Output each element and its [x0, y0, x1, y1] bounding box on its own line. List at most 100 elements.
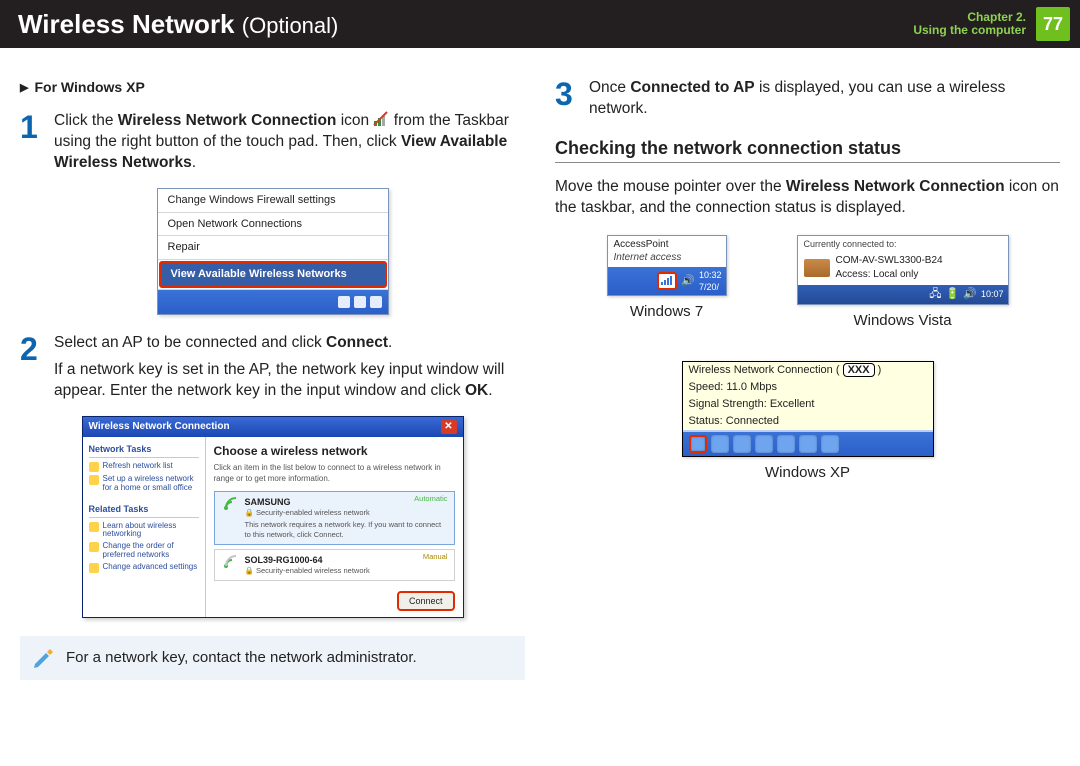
status-examples: AccessPoint Internet access 🔊 10:327/20/… — [555, 235, 1060, 483]
network-security: 🔒 Security-enabled wireless network — [245, 566, 448, 576]
win7-tooltip: AccessPoint Internet access 🔊 10:327/20/ — [607, 235, 727, 296]
wireless-tray-icon[interactable] — [689, 435, 707, 453]
win7-ap-name: AccessPoint — [614, 238, 720, 252]
figure-context-menu: Change Windows Firewall settings Open Ne… — [157, 188, 389, 315]
network-hint: This network requires a network key. If … — [245, 520, 448, 540]
page-header: Wireless Network (Optional) Chapter 2. U… — [0, 0, 1080, 48]
dialog-titlebar: Wireless Network Connection ✕ — [83, 417, 463, 437]
network-tag-manual: Manual — [423, 552, 448, 562]
tray-icon[interactable] — [821, 435, 839, 453]
example-win7: AccessPoint Internet access 🔊 10:327/20/… — [607, 235, 727, 323]
sidebar-learn-link[interactable]: Learn about wireless networking — [89, 522, 199, 540]
vista-clock: 10:07 — [981, 288, 1004, 300]
win7-caption: Windows 7 — [607, 302, 727, 322]
vista-taskbar: 🖧 🔋 🔊 10:07 — [798, 285, 1008, 304]
example-xp: Wireless Network Connection ( XXX ) Spee… — [555, 361, 1060, 483]
vista-header: Currently connected to: — [798, 236, 1008, 252]
choose-network-title: Choose a wireless network — [214, 443, 455, 459]
tray-icon — [338, 296, 350, 308]
tray-icon[interactable] — [799, 435, 817, 453]
vista-row: COM-AV-SWL3300-B24 Access: Local only — [798, 252, 1008, 285]
dialog-body: Network Tasks Refresh network list Set u… — [83, 437, 463, 618]
network-name: SOL39-RG1000-64 — [245, 554, 448, 566]
sidebar-refresh-link[interactable]: Refresh network list — [89, 462, 199, 472]
step-2-text: Select an AP to be connected and click C… — [54, 333, 525, 402]
close-icon[interactable]: ✕ — [441, 420, 457, 434]
tray-icon[interactable] — [733, 435, 751, 453]
step-3-number: 3 — [555, 78, 581, 120]
vista-network-name: COM-AV-SWL3300-B24 — [836, 254, 943, 268]
choose-network-desc: Click an item in the list below to conne… — [214, 463, 455, 485]
network-item-samsung[interactable]: SAMSUNG 🔒 Security-enabled wireless netw… — [214, 491, 455, 546]
example-vista: Currently connected to: COM-AV-SWL3300-B… — [797, 235, 1009, 331]
learn-icon — [89, 522, 99, 532]
note-text: For a network key, contact the network a… — [66, 648, 417, 668]
sidebar-title-related-tasks: Related Tasks — [89, 503, 199, 518]
vista-access: Access: Local only — [836, 268, 943, 282]
sidebar-advanced-link[interactable]: Change advanced settings — [89, 563, 199, 573]
title-optional: (Optional) — [242, 13, 339, 38]
network-bench-icon — [804, 259, 830, 277]
right-column: 3 Once Connected to AP is displayed, you… — [555, 78, 1060, 680]
dialog-title: Wireless Network Connection — [89, 420, 230, 434]
tray-icon[interactable] — [777, 435, 795, 453]
wifi-bars-icon[interactable] — [657, 272, 677, 290]
xp-taskbar — [683, 430, 933, 456]
figure1-taskbar — [158, 289, 388, 314]
dialog-sidebar: Network Tasks Refresh network list Set u… — [83, 437, 206, 618]
sidebar-order-link[interactable]: Change the order of preferred networks — [89, 542, 199, 560]
network-tag-auto: Automatic — [414, 494, 447, 504]
tray-icon — [354, 296, 366, 308]
note-box: For a network key, contact the network a… — [20, 636, 525, 680]
figure-wireless-dialog: Wireless Network Connection ✕ Network Ta… — [82, 416, 464, 619]
xp-row1: Wireless Network Connection ( XXX ) — [683, 362, 933, 379]
sub-heading-text: For Windows XP — [34, 79, 144, 95]
wifi-signal-icon — [221, 496, 239, 512]
menu-repair[interactable]: Repair — [158, 236, 388, 260]
left-column: For Windows XP 1 Click the Wireless Netw… — [20, 78, 525, 680]
xp-caption: Windows XP — [555, 463, 1060, 483]
battery-icon[interactable]: 🔋 — [946, 287, 960, 302]
chapter-label: Chapter 2. Using the computer — [913, 11, 1026, 37]
dialog-main: Choose a wireless network Click an item … — [206, 437, 463, 618]
sidebar-title-network-tasks: Network Tasks — [89, 443, 199, 458]
order-icon — [89, 542, 99, 552]
network-icon[interactable]: 🖧 — [929, 287, 941, 302]
xp-status: Status: Connected — [683, 413, 933, 430]
menu-open-connections[interactable]: Open Network Connections — [158, 213, 388, 237]
ssid-placeholder: XXX — [843, 363, 875, 377]
section-checking-status: Checking the network connection status — [555, 136, 1060, 160]
section-rule — [555, 162, 1060, 163]
note-pencil-icon — [32, 646, 56, 670]
setup-icon — [89, 475, 99, 485]
tray-icon[interactable] — [755, 435, 773, 453]
refresh-icon — [89, 462, 99, 472]
speaker-icon[interactable]: 🔊 — [963, 287, 977, 302]
xp-speed: Speed: 11.0 Mbps — [683, 379, 933, 396]
step-3: 3 Once Connected to AP is displayed, you… — [555, 78, 1060, 120]
win7-tip: AccessPoint Internet access — [608, 236, 726, 267]
wireless-connection-tray-icon — [373, 111, 389, 127]
xp-tooltip: Wireless Network Connection ( XXX ) Spee… — [682, 361, 934, 456]
step-3-text: Once Connected to AP is displayed, you c… — [589, 78, 1060, 120]
chapter-line2: Using the computer — [913, 23, 1026, 37]
vista-tooltip: Currently connected to: COM-AV-SWL3300-B… — [797, 235, 1009, 305]
step-2: 2 Select an AP to be connected and click… — [20, 333, 525, 402]
win7-access: Internet access — [614, 251, 720, 265]
xp-signal: Signal Strength: Excellent — [683, 396, 933, 413]
title-main: Wireless Network — [18, 9, 235, 39]
speaker-icon[interactable]: 🔊 — [681, 274, 695, 289]
network-item-sol39[interactable]: SOL39-RG1000-64 🔒 Security-enabled wirel… — [214, 549, 455, 581]
header-title: Wireless Network (Optional) — [18, 9, 338, 40]
chapter-line1: Chapter 2. — [967, 10, 1026, 24]
menu-change-firewall[interactable]: Change Windows Firewall settings — [158, 189, 388, 213]
settings-icon — [89, 563, 99, 573]
arrow-right-icon — [20, 79, 34, 95]
connect-button[interactable]: Connect — [397, 591, 455, 611]
for-windows-xp-heading: For Windows XP — [20, 78, 525, 97]
header-right: Chapter 2. Using the computer 77 — [913, 7, 1070, 41]
menu-view-available-networks[interactable]: View Available Wireless Networks — [159, 261, 387, 288]
step-1-number: 1 — [20, 111, 46, 174]
tray-icon[interactable] — [711, 435, 729, 453]
sidebar-setup-link[interactable]: Set up a wireless network for a home or … — [89, 475, 199, 493]
